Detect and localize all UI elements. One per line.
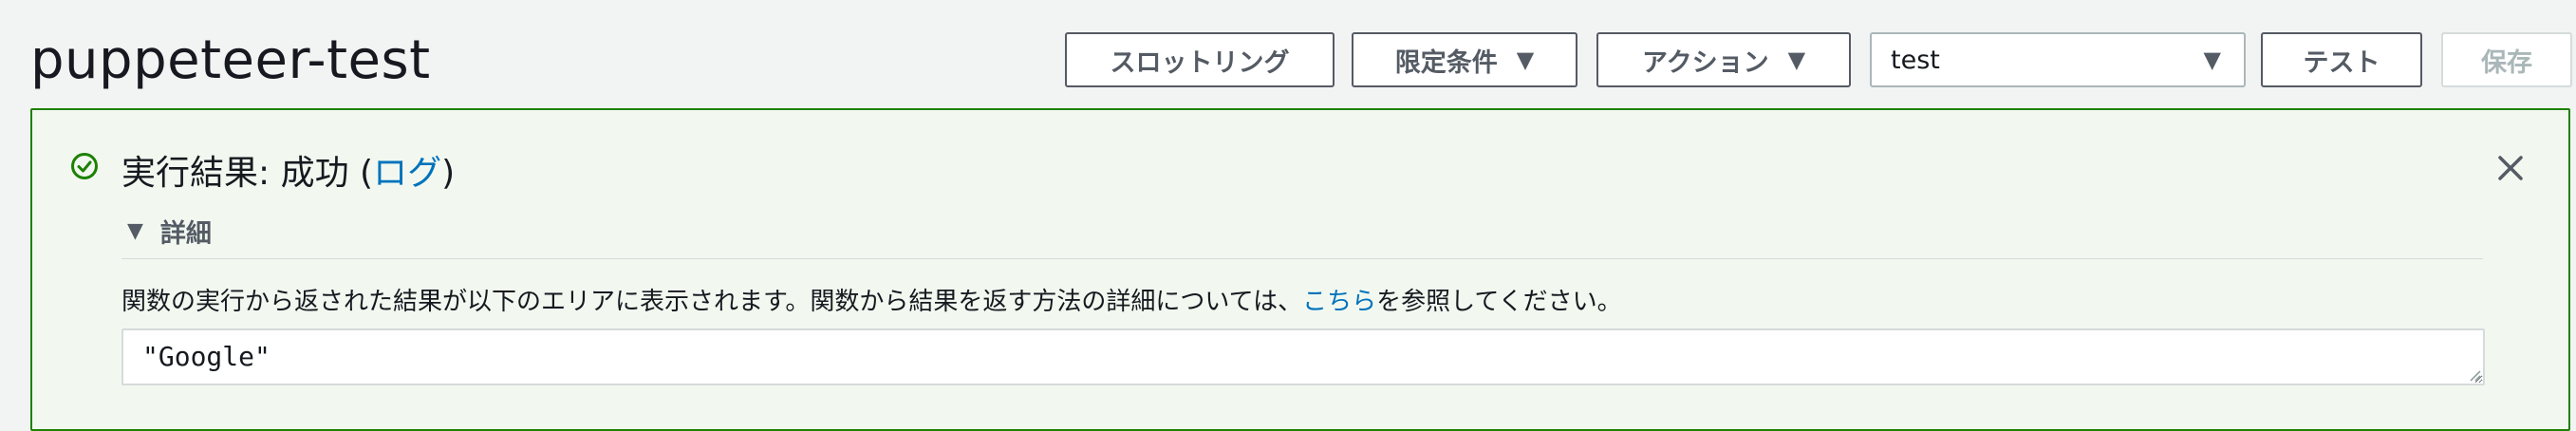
details-toggle-label: 詳細 (159, 219, 212, 249)
check-circle-icon (71, 153, 98, 179)
throttling-button[interactable]: スロットリング (1065, 32, 1335, 87)
result-output-textarea[interactable]: "Google" (121, 328, 2485, 385)
chevron-down-icon: ▼ (2203, 47, 2221, 73)
details-expander[interactable]: ▼ 詳細 (127, 213, 212, 250)
details-text-before: 関数の実行から返された結果が以下のエリアに表示されます。関数から結果を返す方法の… (121, 288, 1303, 316)
details-help-link[interactable]: こちら (1302, 288, 1376, 316)
close-icon[interactable] (2496, 154, 2525, 182)
log-link[interactable]: ログ (373, 154, 441, 193)
chevron-down-icon: ▼ (1787, 47, 1806, 73)
chevron-down-icon: ▼ (1516, 47, 1535, 73)
details-divider (121, 258, 2483, 259)
save-button[interactable]: 保存 (2441, 32, 2572, 87)
details-text-after: を参照してください。 (1376, 288, 1622, 316)
actions-dropdown-button[interactable]: アクション ▼ (1596, 32, 1851, 87)
qualifiers-dropdown-button[interactable]: 限定条件 ▼ (1352, 32, 1577, 87)
triangle-down-icon: ▼ (127, 219, 143, 243)
test-button[interactable]: テスト (2261, 32, 2422, 87)
save-button-label: 保存 (2481, 47, 2532, 78)
test-button-label: テスト (2303, 47, 2380, 78)
execution-result-panel: 実行結果: 成功 (ログ) ▼ 詳細 関数の実行から返された結果が以下のエリアに… (30, 108, 2570, 431)
execution-status-suffix: ) (441, 154, 456, 193)
test-event-selected-value: test (1891, 45, 1940, 75)
test-event-select[interactable]: test ▼ (1870, 32, 2246, 87)
resize-grip-icon[interactable] (2468, 368, 2481, 382)
page-title: puppeteer-test (30, 29, 431, 91)
actions-button-label: アクション (1641, 47, 1769, 78)
execution-result-heading: 実行結果: 成功 (ログ) (121, 152, 455, 196)
throttling-button-label: スロットリング (1110, 47, 1290, 78)
execution-status-text: 実行結果: 成功 ( (121, 154, 374, 193)
details-description: 関数の実行から返された結果が以下のエリアに表示されます。関数から結果を返す方法の… (121, 283, 1622, 321)
qualifiers-button-label: 限定条件 (1394, 47, 1498, 78)
result-output-value: "Google" (142, 341, 271, 372)
